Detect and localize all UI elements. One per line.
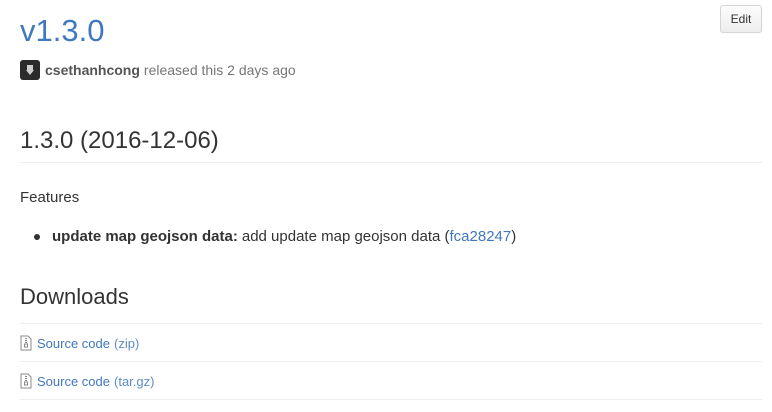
release-meta: csethanhcong released this 2 days ago: [20, 60, 296, 80]
file-zip-icon: [20, 373, 32, 389]
download-zip-ext[interactable]: (zip): [114, 336, 139, 351]
edit-button[interactable]: Edit: [720, 5, 762, 33]
download-row-divider: [20, 399, 762, 400]
download-targz-link[interactable]: Source code: [37, 374, 110, 389]
downloads-divider: [20, 323, 762, 324]
author-link[interactable]: csethanhcong: [45, 62, 140, 78]
download-zip-link[interactable]: Source code: [37, 336, 110, 351]
release-meta-text: released this 2 days ago: [143, 62, 296, 78]
downloads-heading: Downloads: [20, 284, 129, 309]
file-zip-icon: [20, 335, 32, 351]
release-title-link[interactable]: v1.3.0: [20, 10, 104, 52]
feature-suffix: ): [511, 228, 517, 245]
heading-divider: [20, 162, 762, 163]
features-label: Features: [20, 189, 80, 206]
download-row-targz[interactable]: Source code (tar.gz): [20, 371, 154, 391]
feature-list-item: update map geojson data: add update map …: [20, 226, 516, 248]
release-page: v1.3.0 Edit csethanhcong released this 2…: [0, 0, 772, 412]
version-heading: 1.3.0 (2016-12-06): [20, 127, 219, 154]
download-targz-ext[interactable]: (tar.gz): [114, 374, 154, 389]
avatar[interactable]: [20, 60, 40, 80]
commit-link[interactable]: fca28247: [450, 226, 512, 248]
feature-title: update map geojson data:: [52, 228, 238, 245]
avatar-icon: [26, 65, 34, 75]
feature-text: add update map geojson data (: [241, 228, 450, 245]
download-row-zip[interactable]: Source code (zip): [20, 333, 139, 353]
bullet-icon: [34, 234, 40, 240]
download-row-divider: [20, 361, 762, 362]
